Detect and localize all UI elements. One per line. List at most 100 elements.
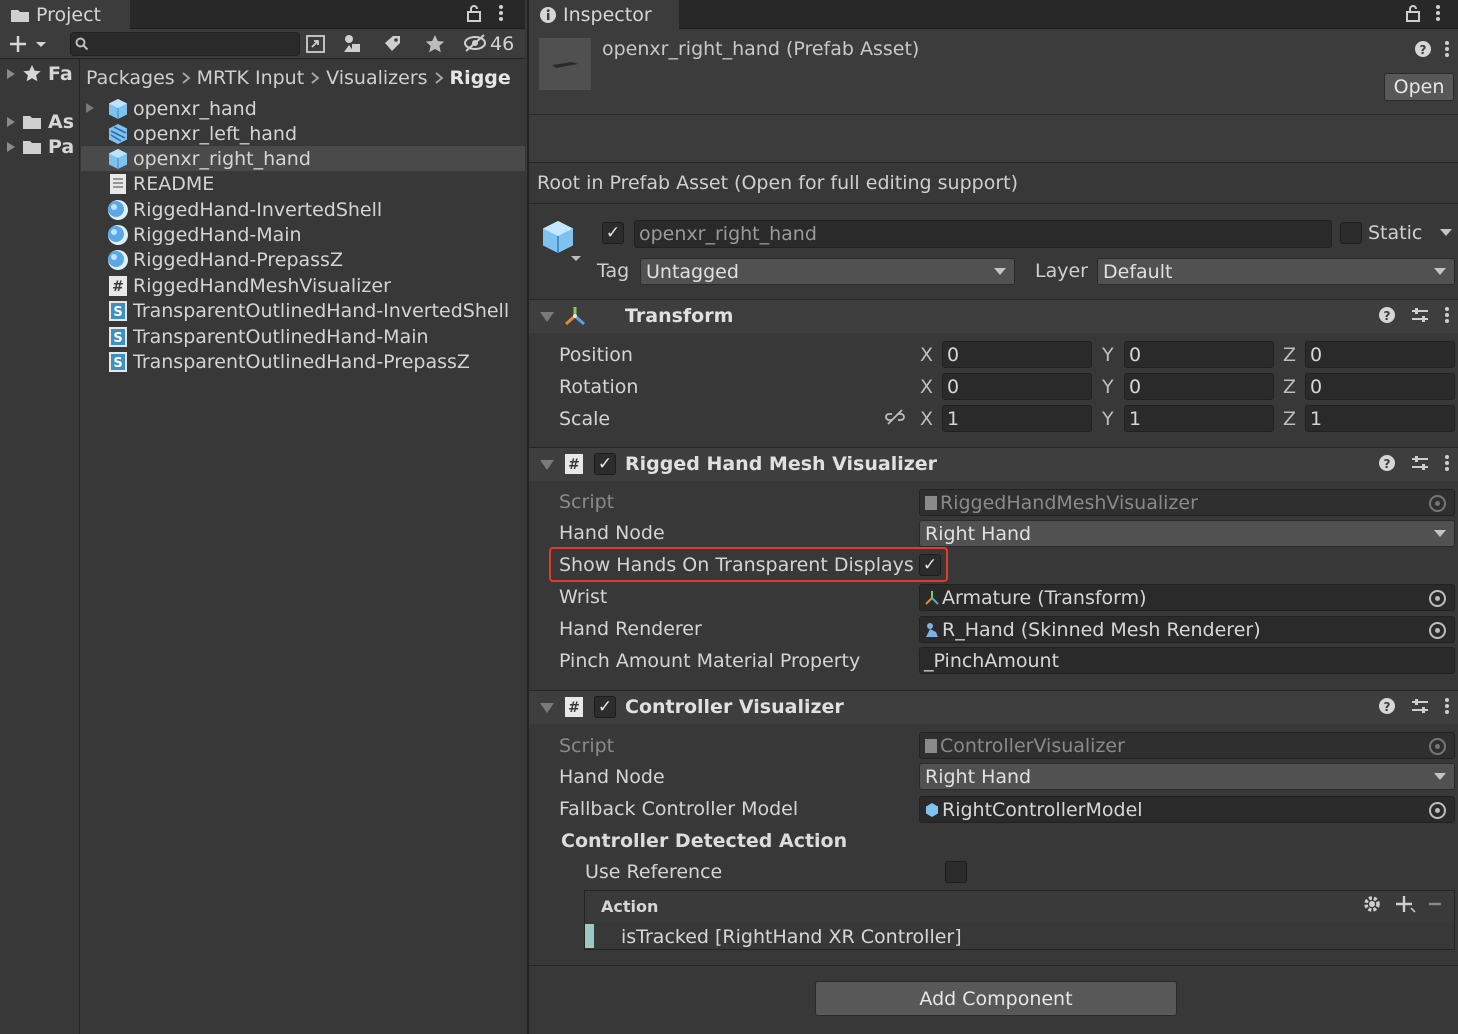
hand-renderer-label: Hand Renderer (559, 618, 702, 640)
list-item[interactable]: openxr_left_hand (81, 121, 525, 146)
collapse-arrow-icon[interactable] (540, 460, 554, 470)
hand-renderer-field[interactable]: R_Hand (Skinned Mesh Renderer) (919, 616, 1455, 643)
add-binding-plus-icon[interactable] (1395, 894, 1417, 914)
rotation-y-field[interactable]: 0 (1124, 373, 1274, 400)
object-picker-icon[interactable] (1429, 590, 1446, 607)
rigged-hand-enabled-checkbox[interactable]: ✓ (594, 453, 616, 475)
preset-sliders-icon[interactable] (1410, 697, 1430, 715)
collapse-arrow-icon[interactable] (540, 312, 554, 322)
list-item[interactable]: S TransparentOutlinedHand-Main (81, 324, 525, 349)
remove-binding-minus-icon[interactable] (1428, 894, 1442, 914)
list-item[interactable]: README (81, 171, 525, 196)
kebab-menu-icon[interactable] (1444, 306, 1450, 324)
script-label: Script (559, 491, 615, 513)
z-label: Z (1283, 408, 1297, 430)
chevron-right-icon (181, 71, 191, 85)
search-input[interactable] (70, 32, 300, 56)
asset-preview-thumbnail (539, 38, 591, 90)
position-x-field[interactable]: 0 (942, 341, 1092, 368)
create-plus-icon[interactable] (8, 34, 48, 54)
tab-project[interactable]: Project (0, 0, 130, 29)
shader-icon: S (107, 351, 129, 373)
favorites-item[interactable]: Fa (6, 63, 73, 85)
object-picker-icon[interactable] (1429, 622, 1446, 639)
scale-y-field[interactable]: 1 (1124, 405, 1274, 432)
collapse-arrow-icon[interactable] (540, 703, 554, 713)
project-panel: Project 46 Fa As Pa Packages MRTK Input … (0, 0, 525, 1034)
kebab-menu-icon[interactable] (498, 4, 504, 22)
kebab-menu-icon[interactable] (1435, 4, 1441, 22)
csharp-script-icon (924, 495, 938, 511)
list-item[interactable]: S TransparentOutlinedHand-InvertedShell (81, 298, 525, 323)
rotation-x-field[interactable]: 0 (942, 373, 1092, 400)
position-z-field[interactable]: 0 (1305, 341, 1455, 368)
lock-icon[interactable] (466, 4, 482, 22)
breadcrumb-mrtk-input[interactable]: MRTK Input (197, 67, 305, 89)
transform-icon (924, 590, 940, 606)
kebab-menu-icon[interactable] (1444, 697, 1450, 715)
hand-node-dropdown[interactable]: Right Hand (919, 520, 1455, 547)
controller-visualizer-enabled-checkbox[interactable]: ✓ (594, 696, 616, 718)
layer-dropdown[interactable]: Default (1097, 258, 1455, 285)
use-reference-checkbox[interactable] (945, 861, 967, 883)
help-icon[interactable]: ? (1414, 40, 1432, 58)
object-name-field[interactable]: openxr_right_hand (634, 220, 1332, 248)
gameobject-cube-icon[interactable] (539, 218, 583, 262)
component-header-icons: ? (1378, 454, 1450, 472)
favorite-star-icon[interactable] (424, 33, 446, 55)
kebab-menu-icon[interactable] (1444, 454, 1450, 472)
wrist-field[interactable]: Armature (Transform) (919, 584, 1455, 611)
open-button[interactable]: Open (1384, 73, 1454, 101)
svg-text:?: ? (1384, 700, 1391, 714)
show-hands-checkbox[interactable]: ✓ (919, 554, 941, 576)
list-item[interactable]: openxr_right_hand (81, 146, 525, 171)
material-icon (107, 199, 129, 221)
hidden-packages-icon[interactable] (463, 34, 489, 52)
pinch-amount-field[interactable]: _PinchAmount (919, 647, 1455, 674)
position-y-field[interactable]: 0 (1124, 341, 1274, 368)
csharp-script-icon: # (564, 696, 584, 718)
lock-icon[interactable] (1405, 4, 1421, 22)
object-picker-icon (1429, 495, 1446, 512)
tag-dropdown[interactable]: Untagged (640, 258, 1015, 285)
list-item[interactable]: openxr_hand (81, 96, 525, 121)
active-checkbox[interactable]: ✓ (602, 222, 624, 244)
breadcrumb-packages[interactable]: Packages (86, 67, 175, 89)
help-icon[interactable]: ? (1378, 306, 1396, 324)
breadcrumb-visualizers[interactable]: Visualizers (326, 67, 427, 89)
list-item[interactable]: RiggedHand-Main (81, 222, 525, 247)
object-picker-icon[interactable] (1429, 802, 1446, 819)
list-item[interactable]: S TransparentOutlinedHand-PrepassZ (81, 349, 525, 374)
static-checkbox[interactable] (1340, 222, 1362, 244)
fallback-controller-field[interactable]: RightControllerModel (919, 796, 1455, 823)
scale-x-field[interactable]: 1 (942, 405, 1092, 432)
tab-inspector[interactable]: Inspector (529, 0, 679, 29)
filter-by-type-icon[interactable] (342, 33, 364, 55)
list-item[interactable]: RiggedHand-InvertedShell (81, 197, 525, 222)
search-by-type-icon[interactable] (305, 34, 327, 54)
skinned-mesh-renderer-icon (924, 621, 940, 639)
help-icon[interactable]: ? (1378, 697, 1396, 715)
help-icon[interactable]: ? (1378, 454, 1396, 472)
svg-text:S: S (113, 331, 122, 346)
list-item[interactable]: # RiggedHandMeshVisualizer (81, 273, 525, 298)
add-component-button[interactable]: Add Component (815, 981, 1177, 1016)
preset-sliders-icon[interactable] (1410, 454, 1430, 472)
hand-node-dropdown[interactable]: Right Hand (919, 763, 1455, 790)
gear-icon[interactable] (1362, 894, 1382, 914)
list-item[interactable]: RiggedHand-PrepassZ (81, 247, 525, 272)
kebab-menu-icon[interactable] (1444, 40, 1450, 58)
chevron-down-icon (1434, 530, 1446, 537)
expand-arrow-icon[interactable] (85, 102, 95, 114)
hand-node-label: Hand Node (559, 766, 665, 788)
packages-folder-item[interactable]: Pa (6, 136, 74, 158)
rotation-z-field[interactable]: 0 (1305, 373, 1455, 400)
info-icon (539, 6, 557, 24)
assets-folder-item[interactable]: As (6, 111, 74, 133)
static-dropdown-icon[interactable] (1440, 229, 1452, 237)
scale-z-field[interactable]: 1 (1305, 405, 1455, 432)
breadcrumb-current[interactable]: Rigge (450, 67, 511, 89)
label-tag-icon[interactable] (383, 34, 403, 54)
constrain-proportions-link-icon[interactable] (884, 408, 906, 426)
preset-sliders-icon[interactable] (1410, 306, 1430, 324)
